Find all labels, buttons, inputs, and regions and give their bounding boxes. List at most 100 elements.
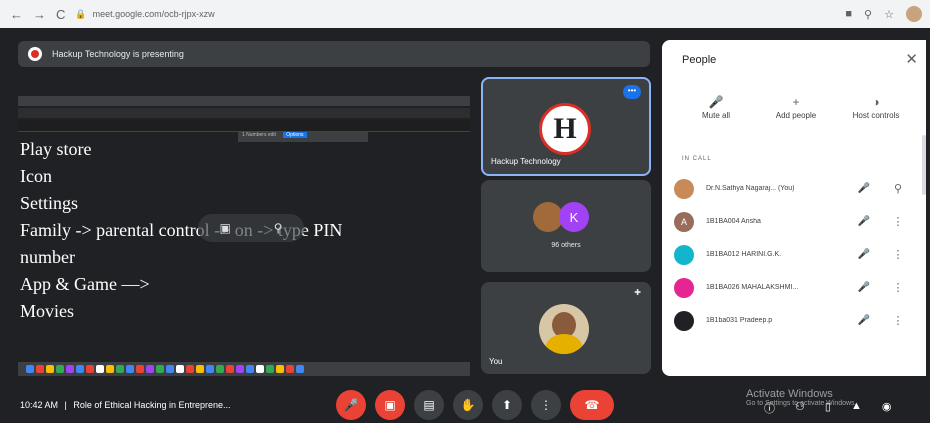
self-tile[interactable]: ✚ You <box>481 282 651 374</box>
lock-icon: 🔒 <box>75 8 87 19</box>
participant-row[interactable]: 1B1BA026 MAHALAKSHMI... 🎤 ⋮ <box>674 271 920 304</box>
meeting-info: 10:42 AM | Role of Ethical Hacking in En… <box>20 400 231 410</box>
dock-app-icon <box>196 365 204 373</box>
shared-menubar <box>18 96 470 106</box>
dock-app-icon <box>136 365 144 373</box>
present-icon: ⬆ <box>501 398 513 412</box>
slide-line: App & Game —> <box>20 274 150 294</box>
more-vert-icon[interactable]: ⋮ <box>890 248 906 261</box>
info-icon[interactable]: ⓘ <box>764 400 775 416</box>
action-label: Host controls <box>852 111 900 120</box>
panel-scrollbar[interactable] <box>922 135 926 195</box>
pin-icon[interactable]: ⚲ <box>890 182 906 195</box>
dock-app-icon <box>256 365 264 373</box>
dock-app-icon <box>176 365 184 373</box>
slide-line: Settings <box>20 193 79 213</box>
presenting-banner: Hackup Technology is presenting <box>18 41 650 67</box>
more-vert-icon[interactable]: ⋮ <box>890 314 906 327</box>
add-people-button[interactable]: + Add people <box>756 95 836 120</box>
end-call-button[interactable]: ☎ <box>570 390 614 420</box>
tile-more-button[interactable]: ••• <box>623 85 641 99</box>
bottom-bar: 10:42 AM | Role of Ethical Hacking in En… <box>0 388 930 423</box>
participant-row[interactable]: 1B1BA012 HARINI.G.K. 🎤 ⋮ <box>674 238 920 271</box>
url-text: meet.google.com/ocb-rjpx-xzw <box>92 9 215 19</box>
camera-off-icon: ▣ <box>384 398 396 412</box>
reload-icon[interactable]: C <box>56 7 65 22</box>
activities-icon[interactable]: ▲ <box>851 400 862 416</box>
back-icon[interactable]: ← <box>10 7 23 22</box>
dock-app-icon <box>106 365 114 373</box>
chat-icon[interactable]: ▯ <box>825 400 831 416</box>
people-icon[interactable]: ⚇ <box>795 400 805 416</box>
people-panel: People ✕ 🎤 Mute all + Add people ◑ Host … <box>662 40 926 376</box>
more-vert-icon[interactable]: ⋮ <box>890 281 906 294</box>
participant-avatar-k: K <box>559 202 589 232</box>
dock-app-icon <box>126 365 134 373</box>
dock-app-icon <box>266 365 274 373</box>
dock-app-icon <box>96 365 104 373</box>
slide-line: number <box>20 247 75 267</box>
present-button[interactable]: ⬆ <box>492 390 522 420</box>
address-bar[interactable]: 🔒 meet.google.com/ocb-rjpx-xzw <box>75 5 836 23</box>
zoom-icon[interactable]: ⚲ <box>274 221 283 235</box>
mic-off-icon: 🎤 <box>857 216 871 227</box>
presenter-icon <box>28 47 42 61</box>
watermark-title: Activate Windows <box>746 388 833 400</box>
shared-dock <box>18 362 470 376</box>
bookmark-star-icon[interactable]: ☆ <box>884 8 894 21</box>
tile-hover-controls[interactable]: ▣ ⚲ <box>198 214 304 242</box>
participant-row[interactable]: 1B1ba031 Pradeep.p 🎤 ⋮ <box>674 304 920 337</box>
action-label: Add people <box>775 111 817 120</box>
participant-row[interactable]: A 1B1BA004 Arisha 🎤 ⋮ <box>674 205 920 238</box>
slide-line: Play store <box>20 139 92 159</box>
mic-off-icon: ✚ <box>634 288 641 297</box>
hand-icon: ✋ <box>460 398 476 412</box>
side-controls: ⓘ ⚇ ▯ ▲ ◉ <box>764 400 891 416</box>
mic-toggle-button[interactable]: 🎤 <box>336 390 366 420</box>
mic-off-icon: 🎤 <box>857 183 871 194</box>
dock-app-icon <box>156 365 164 373</box>
dock-app-icon <box>276 365 284 373</box>
mic-off-icon: 🎤 <box>857 315 871 326</box>
camera-icon[interactable]: ■ <box>845 8 852 20</box>
pin-icon[interactable]: ▣ <box>219 221 230 235</box>
lock-icon[interactable]: ◉ <box>882 400 892 416</box>
more-options-button[interactable]: ⋮ <box>531 390 561 420</box>
zoom-icon[interactable]: ⚲ <box>864 8 872 21</box>
tile-name: You <box>489 357 503 366</box>
panel-actions: 🎤 Mute all + Add people ◑ Host controls <box>676 95 916 120</box>
browser-toolbar: ← → C 🔒 meet.google.com/ocb-rjpx-xzw ■ ⚲… <box>0 0 930 28</box>
participant-name: 1B1BA026 MAHALAKSHMI... <box>706 284 799 291</box>
dock-app-icon <box>226 365 234 373</box>
host-controls-button[interactable]: ◑ Host controls <box>836 95 916 120</box>
participant-avatar <box>674 277 694 298</box>
hang-up-icon: ☎ <box>584 398 600 412</box>
dock-app-icon <box>56 365 64 373</box>
forward-icon[interactable]: → <box>33 7 46 22</box>
dock-app-icon <box>246 365 254 373</box>
more-vert-icon[interactable]: ⋮ <box>890 215 906 228</box>
shared-toolbar <box>18 108 470 118</box>
camera-toggle-button[interactable]: ▣ <box>375 390 405 420</box>
slide-line: Movies <box>20 301 74 321</box>
mute-all-button[interactable]: 🎤 Mute all <box>676 95 756 120</box>
participant-row[interactable]: Dr.N.Sathya Nagaraj... (You) 🎤 ⚲ <box>674 172 920 205</box>
others-count: 96 others <box>551 242 581 249</box>
separator: | <box>64 400 67 410</box>
captions-icon: ▤ <box>423 398 435 412</box>
dock-app-icon <box>76 365 84 373</box>
captions-button[interactable]: ▤ <box>414 390 444 420</box>
others-avatars: K <box>533 202 589 232</box>
presenter-tile[interactable]: ••• H Hackup Technology <box>481 77 651 176</box>
others-tile[interactable]: K 96 others <box>481 180 651 272</box>
mic-off-icon: 🎤 <box>708 95 724 109</box>
participant-avatar <box>674 178 694 199</box>
dock-app-icon <box>296 365 304 373</box>
profile-avatar[interactable] <box>905 6 922 22</box>
close-icon[interactable]: ✕ <box>905 50 918 68</box>
browser-right-icons: ■ ⚲ ☆ <box>845 6 922 22</box>
dock-app-icon <box>46 365 54 373</box>
participant-name: 1B1ba031 Pradeep.p <box>706 317 773 324</box>
clock-time: 10:42 AM <box>20 400 59 410</box>
raise-hand-button[interactable]: ✋ <box>453 390 483 420</box>
